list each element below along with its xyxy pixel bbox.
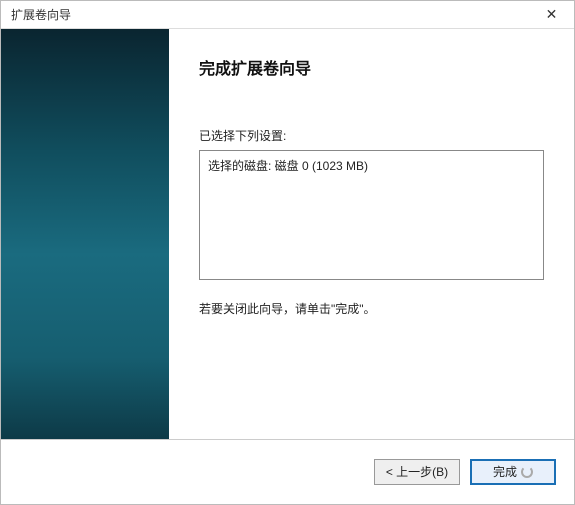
finish-hint: 若要关闭此向导，请单击"完成"。 <box>199 300 544 317</box>
wizard-footer: < 上一步(B) 完成 <box>1 439 574 503</box>
title-bar: 扩展卷向导 ✕ <box>1 1 574 29</box>
settings-label: 已选择下列设置: <box>199 127 544 144</box>
back-button[interactable]: < 上一步(B) <box>374 459 460 485</box>
close-button[interactable]: ✕ <box>529 1 574 29</box>
loading-spinner-icon <box>521 466 533 478</box>
finish-button[interactable]: 完成 <box>470 459 556 485</box>
wizard-content: 完成扩展卷向导 已选择下列设置: 选择的磁盘: 磁盘 0 (1023 MB) 若… <box>169 29 574 439</box>
wizard-heading: 完成扩展卷向导 <box>199 55 544 79</box>
settings-summary-text: 选择的磁盘: 磁盘 0 (1023 MB) <box>208 159 368 173</box>
settings-summary-box: 选择的磁盘: 磁盘 0 (1023 MB) <box>199 150 544 280</box>
close-icon: ✕ <box>546 6 558 23</box>
wizard-body: 完成扩展卷向导 已选择下列设置: 选择的磁盘: 磁盘 0 (1023 MB) 若… <box>1 29 574 439</box>
wizard-sidebar-graphic <box>1 29 169 439</box>
window-title: 扩展卷向导 <box>11 6 71 23</box>
finish-button-label: 完成 <box>493 463 517 480</box>
